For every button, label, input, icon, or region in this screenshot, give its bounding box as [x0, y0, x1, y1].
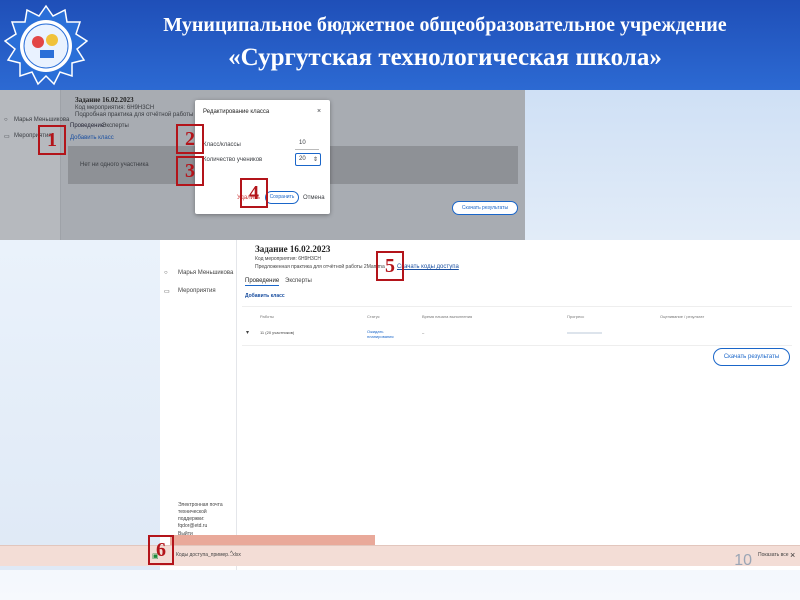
chevron-up-icon[interactable]: ^	[230, 551, 233, 557]
download-bar: ▣ Коды доступа_пример...xlsx ^ Показать …	[0, 545, 800, 566]
task-desc: Предложенная практика для отчётной работ…	[255, 264, 385, 270]
no-participants-text: Нет ни одного участника	[80, 162, 149, 168]
sidebar: Марья Меньшикова Мероприятия ○ ▭	[0, 90, 69, 240]
add-class-link[interactable]: Добавить класс	[70, 135, 114, 141]
top-screenshot: Марья Меньшикова Мероприятия ○ ▭ Задание…	[0, 90, 525, 240]
sidebar: ○ Марья Меньшикова ▭ Мероприятия Электро…	[160, 240, 237, 570]
col-header-result: Оценивание / результат	[660, 314, 705, 319]
modal-title: Редактирование класса	[203, 109, 270, 115]
students-stepper[interactable]: 20 ⇕	[295, 153, 321, 166]
expand-icon[interactable]: ▾	[246, 329, 249, 336]
cancel-button[interactable]: Отмена	[303, 195, 325, 201]
header-line1: Муниципальное бюджетное общеобразователь…	[163, 14, 727, 36]
row-time: –	[422, 330, 425, 335]
task-code: Код мероприятия: 6H9H3CH	[75, 105, 155, 111]
calendar-icon: ▭	[164, 289, 170, 295]
marker-2: 2	[176, 124, 204, 154]
school-logo	[4, 4, 88, 86]
marker-1: 1	[38, 125, 66, 155]
bottom-screenshot: ○ Марья Меньшикова ▭ Мероприятия Электро…	[0, 240, 800, 570]
col-header-status: Статус	[367, 314, 380, 319]
tab-conduct[interactable]: Проведение	[245, 278, 280, 286]
sidebar-item-user[interactable]: Марья Меньшикова	[178, 270, 233, 276]
support-email: Электронная почта технической поддержки:…	[178, 502, 223, 529]
marker-5: 5	[376, 251, 404, 281]
close-icon[interactable]: ×	[790, 550, 795, 560]
classes-table: Работы Статус Время начала выполнения Пр…	[242, 306, 792, 346]
task-code: Код мероприятия: 6H9H3CH	[255, 256, 322, 262]
sidebar-item-user[interactable]: Марья Меньшикова	[14, 117, 69, 123]
download-codes-link[interactable]: Скачать коды доступа	[397, 264, 459, 270]
students-label: Количество учеников	[203, 157, 263, 163]
user-icon: ○	[4, 117, 8, 123]
sidebar-item-events[interactable]: Мероприятия	[178, 288, 216, 294]
header-line2: «Сургутская технологическая школа»	[228, 44, 662, 71]
progress-bar	[567, 332, 602, 334]
col-header-start: Время начала выполнения	[422, 314, 473, 319]
top-right-background	[525, 90, 800, 240]
download-results-button[interactable]: Скачать результаты	[713, 348, 790, 366]
download-results-button[interactable]: Скачать результаты	[452, 201, 518, 215]
user-icon: ○	[164, 270, 168, 276]
row-name[interactable]: 11 (20 участников)	[260, 330, 294, 335]
add-class-link[interactable]: Добавить класс	[245, 293, 285, 299]
left-background	[0, 240, 160, 570]
calendar-icon: ▭	[4, 134, 10, 140]
highlight-strip	[170, 535, 375, 545]
col-header-works: Работы	[260, 314, 274, 319]
row-status: Ожидать планирования	[367, 329, 394, 339]
task-title: Задание 16.02.2023	[255, 244, 331, 254]
tab-conduct[interactable]: Проведение	[70, 123, 104, 129]
marker-6: 6	[148, 535, 174, 565]
close-icon[interactable]: ×	[317, 108, 321, 115]
class-label: Класс/классы	[203, 142, 241, 148]
marker-4: 4	[240, 178, 268, 208]
class-input[interactable]: 10	[295, 138, 319, 150]
stepper-arrows-icon: ⇕	[313, 157, 319, 163]
tab-experts[interactable]: Эксперты	[102, 123, 129, 129]
col-header-progress: Прогресс	[567, 314, 585, 319]
show-all-link[interactable]: Показать все	[758, 552, 789, 558]
save-button[interactable]: Сохранить	[265, 191, 299, 204]
main-content: Задание 16.02.2023 Код мероприятия: 6H9H…	[237, 240, 800, 570]
page-number: 10	[734, 552, 752, 569]
marker-3: 3	[176, 156, 204, 186]
task-title: Задание 16.02.2023	[75, 96, 134, 104]
tab-experts[interactable]: Эксперты	[285, 278, 312, 284]
